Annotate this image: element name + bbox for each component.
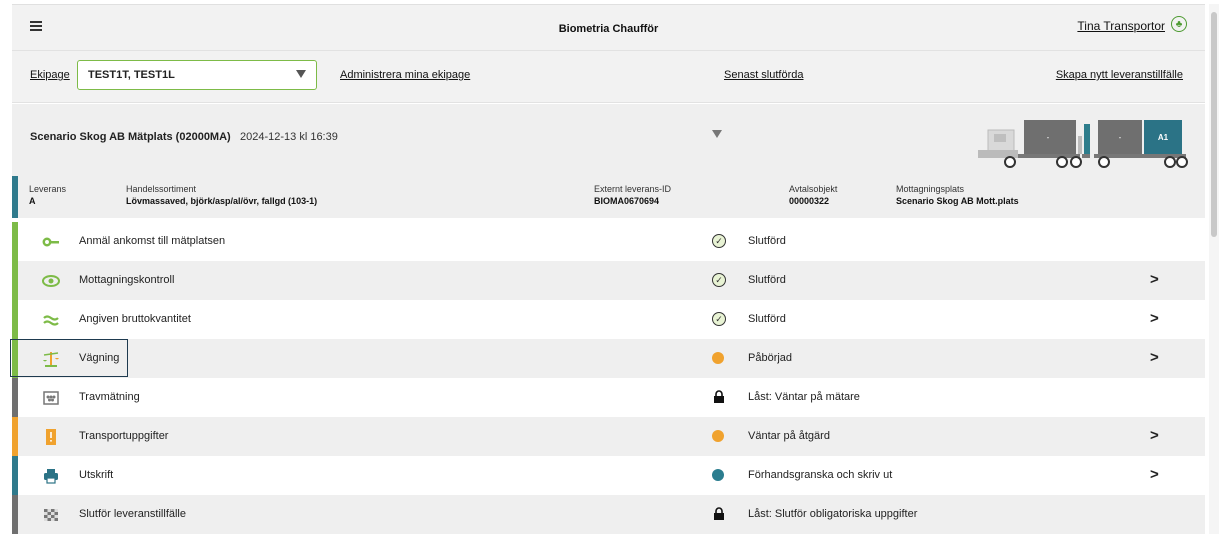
chevron-right-icon[interactable]: > <box>1150 427 1159 444</box>
step-label: Utskrift <box>79 469 114 481</box>
printer-icon <box>44 469 58 484</box>
app-header: Biometria Chaufför Tina Transportor ♣ <box>12 4 1205 50</box>
ekipage-toolbar: Ekipage TEST1T, TEST1L Administrera mina… <box>12 50 1205 103</box>
ekipage-label[interactable]: Ekipage <box>30 69 70 81</box>
tree-icon[interactable]: ♣ <box>1171 16 1187 32</box>
step-row-utskrift[interactable]: Utskrift Förhandsgranska och skriv ut > <box>12 456 1205 495</box>
key-icon <box>42 237 59 247</box>
admin-ekipage-link[interactable]: Administrera mina ekipage <box>340 69 470 81</box>
step-status: Låst: Väntar på mätare <box>748 391 860 403</box>
checkered-flag-icon <box>44 509 58 521</box>
external-id-label: Externt leverans-ID <box>594 184 672 194</box>
ekipage-select[interactable]: TEST1T, TEST1L <box>77 60 317 90</box>
ekipage-select-value: TEST1T, TEST1L <box>88 69 175 81</box>
user-name-link[interactable]: Tina Transportor <box>1077 19 1165 33</box>
step-label: Travmätning <box>79 391 140 403</box>
scale-icon <box>43 352 59 367</box>
mottagning-value: Scenario Skog AB Mott.plats <box>896 196 1019 206</box>
scenario-title: Scenario Skog AB Mätplats (02000MA) <box>30 131 231 143</box>
step-status: Låst: Slutför obligatoriska uppgifter <box>748 508 918 520</box>
scrollbar[interactable] <box>1209 4 1219 534</box>
step-label: Vägning <box>79 352 120 364</box>
mottagning-label: Mottagningsplats <box>896 184 965 194</box>
chevron-down-icon[interactable] <box>712 130 722 138</box>
step-row-vagning[interactable]: Vägning Påbörjad > <box>12 339 1205 378</box>
step-row-travmatning[interactable]: Travmätning Låst: Väntar på mätare <box>12 378 1205 417</box>
truck-label-2: - <box>1119 133 1122 142</box>
sortiment-value: Lövmassaved, björk/asp/al/övr, fallgd (1… <box>126 196 318 206</box>
app-title: Biometria Chaufför <box>558 23 659 35</box>
log-stack-icon <box>43 391 59 405</box>
recent-completed-link[interactable]: Senast slutförda <box>724 69 804 81</box>
truck-label-3: A1 <box>1158 133 1169 142</box>
step-status: Slutförd <box>748 313 786 325</box>
chevron-right-icon[interactable]: > <box>1150 349 1159 366</box>
sortiment-label: Handelssortiment <box>126 184 197 194</box>
step-row-slutfor[interactable]: Slutför leveranstillfälle Låst: Slutför … <box>12 495 1205 534</box>
step-label: Mottagningskontroll <box>79 274 175 286</box>
orange-dot-icon <box>712 352 724 364</box>
step-label: Slutför leveranstillfälle <box>79 508 186 520</box>
avtal-value: 00000322 <box>789 196 830 206</box>
check-icon: ✓ <box>712 273 726 287</box>
step-status: Förhandsgranska och skriv ut <box>748 469 893 481</box>
lock-icon <box>714 390 724 403</box>
orange-dot-icon <box>712 430 724 442</box>
step-status: Slutförd <box>748 235 786 247</box>
check-icon: ✓ <box>712 234 726 248</box>
step-label: Angiven bruttokvantitet <box>79 313 191 325</box>
approx-icon <box>43 315 59 326</box>
eye-icon <box>42 275 60 287</box>
chevron-right-icon[interactable]: > <box>1150 310 1159 327</box>
step-row-transportuppgifter[interactable]: Transportuppgifter Väntar på åtgärd > <box>12 417 1205 456</box>
lock-icon <box>714 507 724 520</box>
scenario-date: 2024-12-13 kl 16:39 <box>240 131 338 143</box>
delivery-info: Leverans A Handelssortiment Lövmassaved,… <box>12 176 1205 218</box>
step-row-bruttokvantitet[interactable]: Angiven bruttokvantitet ✓ Slutförd > <box>12 300 1205 339</box>
step-status: Påbörjad <box>748 352 793 364</box>
scrollbar-thumb[interactable] <box>1211 12 1217 237</box>
external-id-value: BIOMA0670694 <box>594 196 660 206</box>
step-label: Anmäl ankomst till mätplatsen <box>79 235 226 247</box>
truck-icon: - - A1 <box>978 120 1188 168</box>
leverans-value: A <box>29 196 36 206</box>
check-icon: ✓ <box>712 312 726 326</box>
step-row-mottagningskontroll[interactable]: Mottagningskontroll ✓ Slutförd > <box>12 261 1205 300</box>
step-label: Transportuppgifter <box>79 430 169 442</box>
avtal-label: Avtalsobjekt <box>789 184 838 194</box>
chevron-right-icon[interactable]: > <box>1150 466 1159 483</box>
truck-label-1: - <box>1047 133 1050 142</box>
leverans-label: Leverans <box>29 184 67 194</box>
step-status: Väntar på åtgärd <box>748 430 830 442</box>
blue-dot-icon <box>712 469 724 481</box>
create-delivery-link[interactable]: Skapa nytt leveranstillfälle <box>1056 69 1183 81</box>
step-row-anmal[interactable]: Anmäl ankomst till mätplatsen ✓ Slutförd <box>12 222 1205 261</box>
step-status: Slutförd <box>748 274 786 286</box>
chevron-right-icon[interactable]: > <box>1150 271 1159 288</box>
chevron-down-icon <box>296 70 306 78</box>
document-warning-icon <box>46 429 56 445</box>
